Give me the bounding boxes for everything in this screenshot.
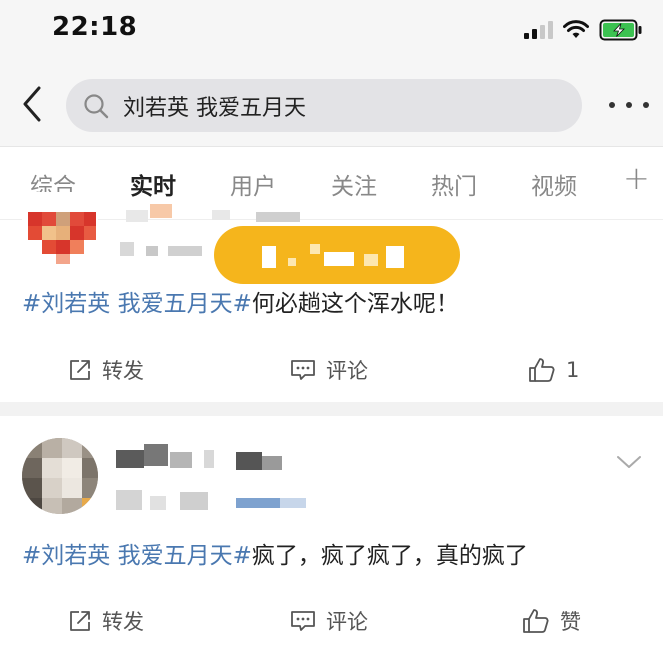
tab-following[interactable]: 关注 [331,167,377,201]
comment-button[interactable]: 评论 [290,340,368,400]
status-bar: 22:18 [0,0,663,62]
post-separator [0,402,663,416]
blurred-timestamp [146,246,158,256]
tab-realtime[interactable]: 实时 [130,167,176,201]
repost-button[interactable]: 转发 [68,591,144,648]
signal-icon [524,21,553,39]
avatar[interactable] [22,192,98,264]
blurred-username [144,444,168,466]
topic-link[interactable]: #刘若英 我爱五月天# [22,291,252,317]
topic-link[interactable]: #刘若英 我爱五月天# [22,543,252,569]
comment-button[interactable]: 评论 [290,591,368,648]
wifi-icon [563,20,589,38]
like-button[interactable]: 1 [528,340,579,400]
tab-users[interactable]: 用户 [230,167,276,201]
badge-blurred-text [262,244,404,268]
status-icons [523,18,643,42]
like-button[interactable]: 赞 [522,591,581,648]
add-tab-button[interactable]: + [623,159,650,197]
blurred-timestamp [180,492,208,510]
battery-charging-icon [599,19,642,41]
blurred-username [170,452,192,468]
blurred-username [204,450,214,468]
avatar-image [22,438,98,514]
comment-icon [291,360,315,380]
blurred-source [236,498,280,508]
blurred-username [236,452,262,470]
blurred-username [116,450,144,468]
thumbs-up-icon [523,609,549,633]
blurred-timestamp [116,490,142,510]
chevron-left-icon [23,86,41,122]
blurred-username [212,210,230,220]
post-menu-button[interactable] [615,452,643,472]
blurred-timestamp [150,496,166,510]
badge [214,226,460,284]
like-label: 赞 [560,610,581,634]
post-actions: 转发 评论 1 [0,340,663,400]
repost-label: 转发 [102,610,144,634]
tab-hot[interactable]: 热门 [431,167,477,201]
more-dot [626,102,632,108]
post-content: #刘若英 我爱五月天#何必趟这个浑水呢！ [22,284,459,318]
blurred-username [262,456,282,470]
share-icon [70,360,90,380]
search-query: 刘若英 我爱五月天 [123,95,306,121]
search-row: 刘若英 我爱五月天 [0,62,663,146]
search-icon [84,93,109,118]
blurred-username [256,212,300,222]
comment-label: 评论 [326,359,368,383]
status-time: 22:18 [52,12,138,42]
blurred-username [150,204,172,218]
post-card: #刘若英 我爱五月天#疯了，疯了疯了，真的疯了 转发 评论 赞 [0,416,663,648]
more-dot [643,102,649,108]
post-actions: 转发 评论 赞 [0,591,663,648]
post-card: #刘若英 我爱五月天#何必趟这个浑水呢！ 转发 评论 1 [0,192,663,402]
comment-label: 评论 [326,610,368,634]
repost-label: 转发 [102,359,144,383]
search-input[interactable]: 刘若英 我爱五月天 [66,79,582,132]
chevron-down-icon [617,456,641,468]
avatar[interactable] [22,438,98,514]
blurred-username [126,210,148,222]
post-content: #刘若英 我爱五月天#疯了，疯了疯了，真的疯了 [22,536,528,570]
blurred-timestamp [120,242,134,256]
blurred-source [280,498,306,508]
tab-bar: 综合 实时 用户 关注 热门 视频 + [0,146,663,220]
post-body: 何必趟这个浑水呢！ [251,291,459,317]
post-body: 疯了，疯了疯了，真的疯了 [251,543,528,569]
comment-icon [291,611,315,631]
tab-video[interactable]: 视频 [531,167,577,201]
avatar-image [22,192,98,264]
thumbs-up-icon [529,358,555,382]
repost-button[interactable]: 转发 [68,340,144,400]
more-button[interactable] [609,90,649,120]
back-button[interactable] [14,84,50,124]
blurred-timestamp [168,246,202,256]
more-dot [609,102,615,108]
like-count: 1 [566,358,580,382]
share-icon [70,611,90,631]
